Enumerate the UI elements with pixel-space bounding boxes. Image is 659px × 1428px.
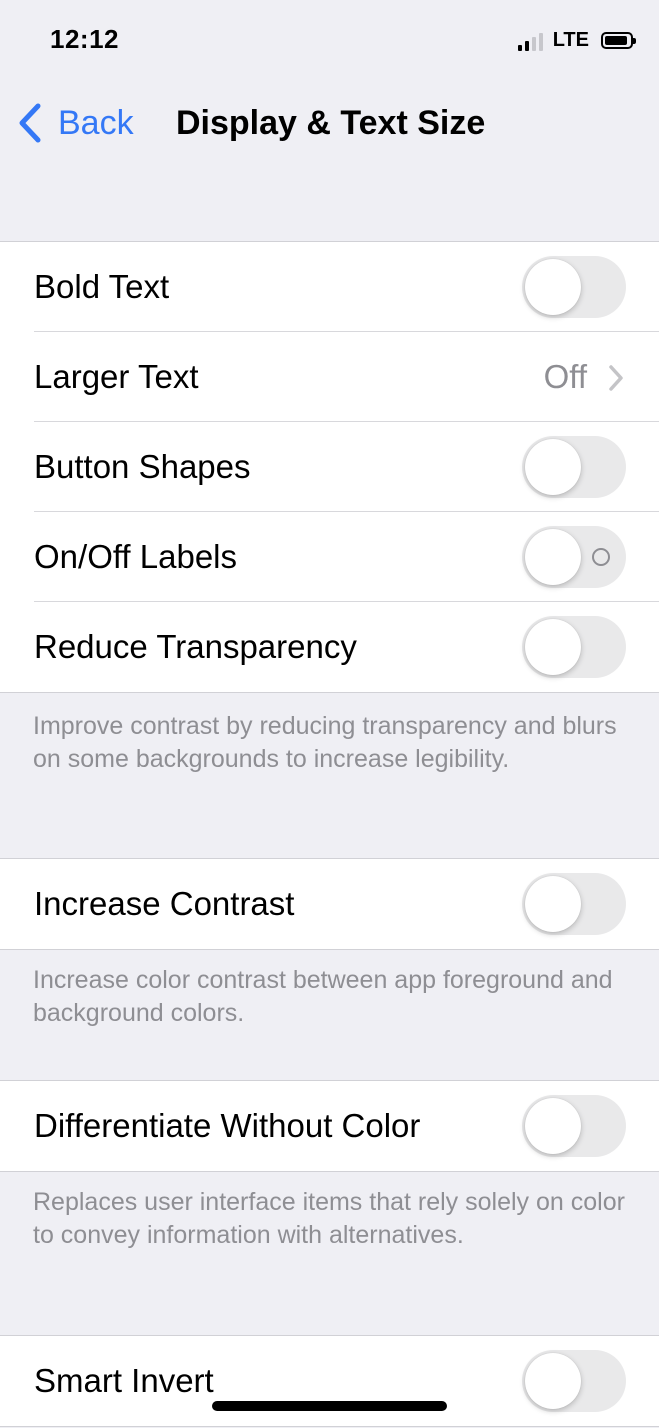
status-indicators: LTE — [517, 29, 636, 52]
status-time: 12:12 — [50, 24, 119, 54]
row-label: Button Shapes — [34, 448, 251, 485]
bold-text-toggle[interactable] — [522, 256, 626, 318]
status-bar: 12:12 LTE — [0, 0, 659, 80]
reduce-transparency-footer: Improve contrast by reducing transparenc… — [33, 712, 617, 773]
reduce-transparency-toggle[interactable] — [522, 616, 626, 678]
row-bold-text: Bold Text — [0, 242, 659, 332]
settings-group-invert: Smart Invert — [0, 1335, 659, 1427]
cellular-signal-icon — [517, 31, 543, 51]
settings-group-contrast: Increase Contrast — [0, 858, 659, 950]
off-indicator-icon — [592, 548, 610, 566]
on-off-labels-toggle[interactable] — [522, 526, 626, 588]
settings-group-text: Bold Text Larger Text Off Button Shapes … — [0, 241, 659, 693]
button-shapes-toggle[interactable] — [522, 436, 626, 498]
row-label: Reduce Transparency — [34, 628, 357, 665]
network-type: LTE — [552, 29, 589, 51]
battery-icon — [601, 32, 636, 49]
navigation-bar: Back Display & Text Size — [0, 80, 659, 170]
settings-group-color: Differentiate Without Color — [0, 1080, 659, 1172]
row-smart-invert: Smart Invert — [0, 1336, 659, 1426]
increase-contrast-toggle[interactable] — [522, 873, 626, 935]
row-label: Smart Invert — [34, 1362, 214, 1399]
row-button-shapes: Button Shapes — [0, 421, 659, 512]
larger-text-value: Off — [543, 358, 587, 395]
row-differentiate-without-color: Differentiate Without Color — [0, 1081, 659, 1171]
differentiate-without-color-footer: Replaces user interface items that rely … — [33, 1188, 625, 1249]
row-reduce-transparency: Reduce Transparency — [0, 601, 659, 692]
row-increase-contrast: Increase Contrast — [0, 859, 659, 949]
back-button[interactable]: Back — [16, 102, 134, 144]
back-label: Back — [58, 103, 134, 142]
page-title: Display & Text Size — [176, 104, 486, 142]
row-label: Differentiate Without Color — [34, 1107, 421, 1144]
increase-contrast-footer: Increase color contrast between app fore… — [33, 966, 613, 1027]
row-label: Increase Contrast — [34, 885, 295, 922]
chevron-right-icon — [609, 365, 623, 391]
chevron-left-icon — [19, 103, 41, 143]
row-label: On/Off Labels — [34, 538, 238, 575]
differentiate-without-color-toggle[interactable] — [522, 1095, 626, 1157]
smart-invert-toggle[interactable] — [522, 1350, 626, 1412]
row-label: Bold Text — [34, 268, 170, 305]
home-indicator[interactable] — [212, 1401, 447, 1411]
row-on-off-labels: On/Off Labels — [0, 511, 659, 602]
row-larger-text[interactable]: Larger Text Off — [0, 331, 659, 422]
row-label: Larger Text — [34, 358, 199, 395]
